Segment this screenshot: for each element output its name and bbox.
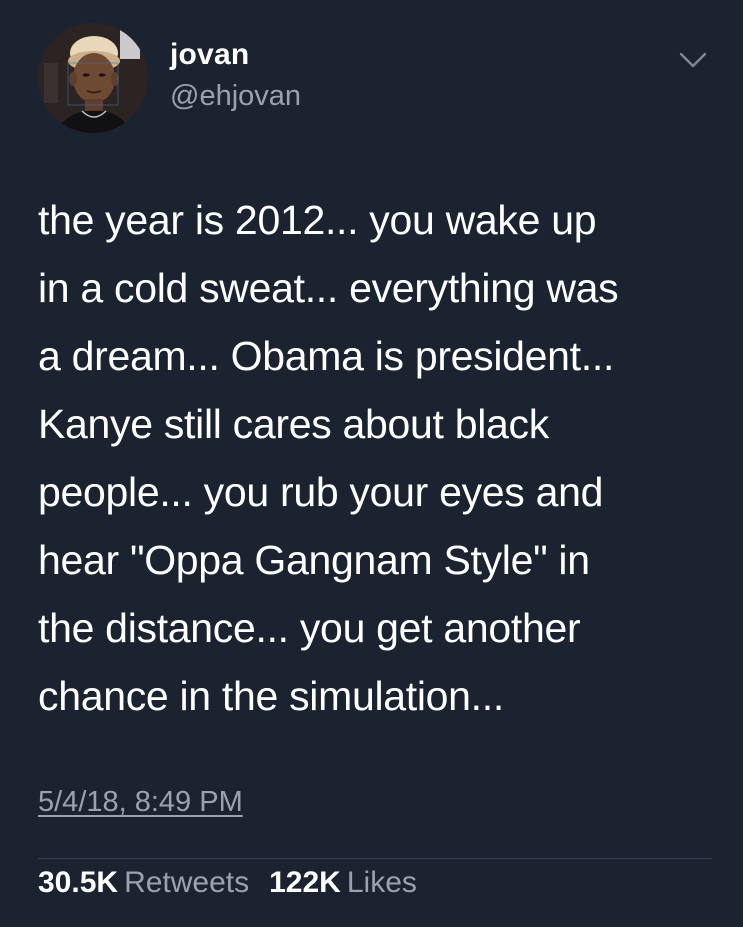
- tweet-timestamp[interactable]: 5/4/18, 8:49 PM: [38, 786, 243, 819]
- likes-label[interactable]: Likes: [347, 866, 417, 899]
- tweet-card: jovan @ehjovan the year is 2012... you w…: [0, 0, 743, 927]
- likes-count[interactable]: 122K: [269, 866, 341, 899]
- divider: [38, 858, 712, 859]
- retweets-label[interactable]: Retweets: [124, 866, 249, 899]
- chevron-down-icon[interactable]: [676, 48, 710, 72]
- avatar[interactable]: [38, 23, 148, 133]
- retweets-count[interactable]: 30.5K: [38, 866, 118, 899]
- tweet-text: the year is 2012... you wake up in a col…: [38, 197, 619, 719]
- engagement-stats: 30.5K Retweets 122K Likes: [38, 863, 437, 903]
- profile-photo-icon: [38, 23, 148, 133]
- user-display-name[interactable]: jovan: [170, 38, 249, 72]
- user-handle[interactable]: @ehjovan: [170, 80, 301, 113]
